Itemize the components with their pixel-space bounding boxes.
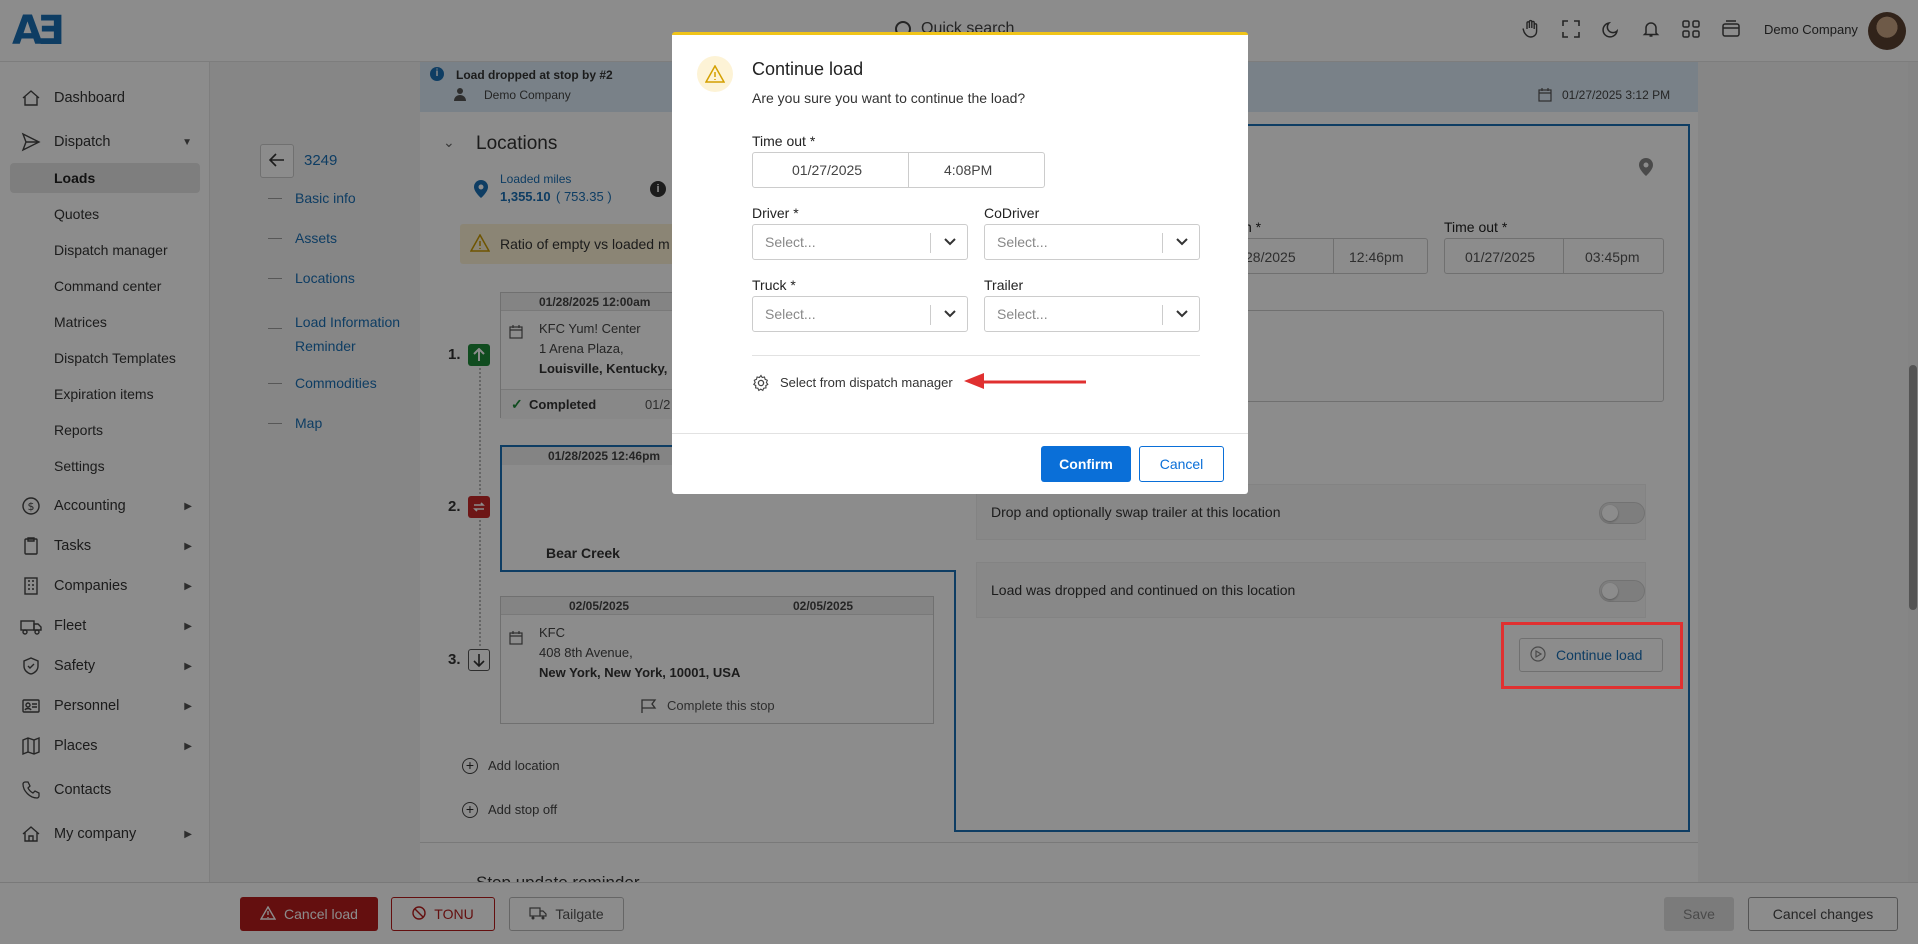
warning-icon [697,56,733,92]
chevron-down-icon [1175,234,1189,251]
truck-label: Truck * [752,277,796,293]
time-out-label: Time out * [752,133,816,149]
gear-icon [752,374,770,395]
dialog-title: Continue load [752,59,864,79]
dialog-message: Are you sure you want to continue the lo… [752,90,1026,106]
cancel-button[interactable]: Cancel [1139,446,1224,482]
truck-select[interactable]: Select... [752,296,968,332]
annotation-arrow [964,373,1086,389]
time-out-picker[interactable]: 01/27/2025 4:08PM [752,152,1045,188]
chevron-down-icon [943,234,957,251]
chevron-down-icon [1175,306,1189,323]
continue-load-dialog: Continue load Are you sure you want to c… [672,32,1248,494]
annotation-highlight-box [1501,622,1683,689]
trailer-label: Trailer [984,277,1024,293]
codriver-label: CoDriver [984,205,1040,221]
driver-select[interactable]: Select... [752,224,968,260]
date-input[interactable]: 01/27/2025 [792,162,862,178]
confirm-button[interactable]: Confirm [1041,446,1131,482]
trailer-select[interactable]: Select... [984,296,1200,332]
chevron-down-icon [943,306,957,323]
driver-label: Driver * [752,205,799,221]
time-input[interactable]: 4:08PM [944,162,992,178]
codriver-select[interactable]: Select... [984,224,1200,260]
select-from-dispatch-manager-link[interactable]: Select from dispatch manager [780,375,953,390]
